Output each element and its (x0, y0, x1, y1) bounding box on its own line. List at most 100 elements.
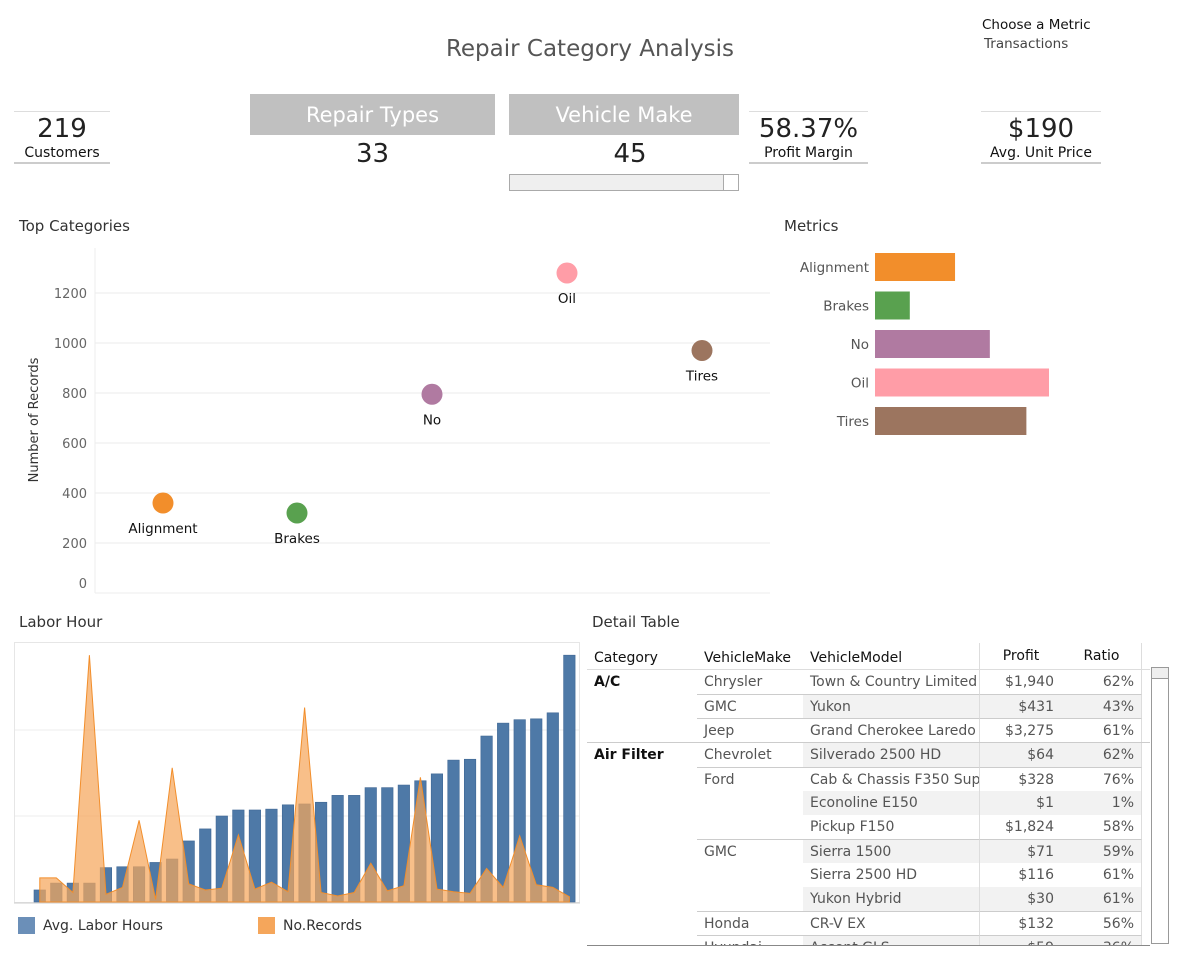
slider-handle[interactable] (723, 175, 738, 190)
table-row[interactable]: Pickup F150 $1,824 58% (587, 815, 1150, 839)
labor-hour-title: Labor Hour (19, 613, 103, 631)
ratio-cell: 62% (1062, 670, 1142, 694)
metric-label: Tires (836, 414, 869, 430)
ratio-cell: 56% (1062, 911, 1142, 935)
vehicle-make-button[interactable]: Vehicle Make (509, 94, 739, 135)
labor-bar (463, 758, 477, 903)
table-row[interactable]: Honda CR-V EX $132 56% (587, 911, 1150, 935)
ratio-cell: 58% (1062, 815, 1142, 839)
vehiclemodel-cell: Silverado 2500 HD (803, 743, 979, 767)
profit-cell: $30 (979, 887, 1062, 911)
metric-label: Brakes (823, 299, 869, 315)
profit-cell: $132 (979, 911, 1062, 935)
profit-cell: $1,940 (979, 670, 1062, 694)
vehiclemake-cell: GMC (697, 839, 803, 863)
vehiclemake-cell (697, 815, 803, 839)
profit-cell: $1,824 (979, 815, 1062, 839)
table-header: Category VehicleMake VehicleModel Profit… (587, 643, 1150, 670)
kpi-customers-caption: Customers (24, 145, 100, 161)
vehiclemodel-cell: Sierra 2500 HD (810, 867, 918, 883)
metrics-chart: Alignment Brakes No Oil Tires (800, 253, 1049, 435)
detail-table-title: Detail Table (592, 613, 680, 631)
metrics-title: Metrics (784, 217, 839, 235)
y-tick-label: 800 (62, 387, 87, 402)
profit-cell: $64 (979, 743, 1062, 767)
table-row[interactable]: Sierra 2500 HD $116 61% (587, 863, 1150, 887)
ratio-cell: 59% (1062, 839, 1142, 863)
ratio-cell: 36% (1062, 935, 1142, 945)
vehiclemake-cell: Ford (697, 767, 803, 791)
labor-bar (447, 759, 460, 903)
vehiclemake-cell: GMC (697, 694, 803, 718)
y-tick-label: 1000 (54, 337, 87, 352)
vehiclemake-cell: Jeep (697, 718, 803, 742)
profit-cell: $1 (979, 791, 1062, 815)
vehiclemodel-cell: Accent GLS (803, 935, 979, 945)
table-row[interactable]: GMC Sierra 1500 $71 59% (587, 839, 1150, 863)
scatter-point-tires (691, 340, 713, 361)
table-row[interactable]: Econoline E150 $1 1% (587, 791, 1150, 815)
metric-label: Alignment (800, 260, 869, 276)
table-row[interactable]: GMC Yukon $431 43% (587, 694, 1150, 718)
vehicle-make-slider[interactable] (509, 174, 739, 191)
profit-cell: $328 (979, 767, 1062, 791)
ratio-cell: 1% (1062, 791, 1142, 815)
col-header-vehiclemake[interactable]: VehicleMake (697, 650, 803, 669)
scrollbar-thumb[interactable] (1152, 668, 1168, 679)
metric-bar-no (875, 330, 990, 358)
profit-cell: $3,275 (979, 718, 1062, 742)
category-cell (587, 718, 697, 742)
kpi-profit-margin: 58.37% Profit Margin (749, 111, 868, 164)
repair-types-count: 33 (355, 139, 390, 169)
table-row[interactable]: Jeep Grand Cherokee Laredo $3,275 61% (587, 718, 1150, 742)
metric-label: No (851, 337, 869, 353)
metric-chooser-label: Choose a Metric (982, 17, 1091, 33)
vehicle-make-count: 45 (613, 139, 647, 169)
scatter-point-alignment (152, 492, 174, 514)
point-label: Alignment (128, 521, 197, 537)
profit-cell: $71 (979, 839, 1062, 863)
legend-no-records[interactable]: No.Records (258, 917, 362, 934)
metric-chooser[interactable]: Choose a Metric Transactions (982, 17, 1091, 52)
col-header-profit[interactable]: Profit (979, 643, 1062, 669)
col-header-vehiclemodel[interactable]: VehicleModel (803, 650, 979, 669)
repair-types-button[interactable]: Repair Types (250, 94, 495, 135)
table-row[interactable]: Ford Cab & Chassis F350 Sup.. $328 76% (587, 767, 1150, 791)
labor-bar (563, 654, 576, 903)
kpi-avg-unit-price: $190 Avg. Unit Price (981, 111, 1101, 164)
labor-bar (331, 795, 344, 903)
category-cell (587, 767, 697, 791)
category-cell (587, 887, 697, 911)
metric-chooser-value[interactable]: Transactions (984, 36, 1091, 52)
scatter-point-no (421, 383, 443, 405)
ratio-cell: 43% (1062, 694, 1142, 718)
category-cell (587, 815, 697, 839)
table-row[interactable]: HyundaiAccent GLS$5936% (587, 935, 1150, 945)
category-cell (587, 839, 697, 863)
legend-avg-labor-hours[interactable]: Avg. Labor Hours (18, 917, 163, 934)
vehiclemodel-cell: Grand Cherokee Laredo (803, 718, 979, 742)
col-header-ratio[interactable]: Ratio (1062, 643, 1142, 669)
table-row[interactable]: Yukon Hybrid $30 61% (587, 887, 1150, 911)
legend-swatch-blue (18, 917, 35, 934)
y-tick-label: 0 (79, 577, 87, 592)
top-categories-title: Top Categories (19, 217, 130, 235)
vehiclemodel-cell: CR-V EX (803, 911, 979, 935)
point-label: Tires (685, 369, 718, 385)
kpi-avg-unit-price-value: $190 (1007, 114, 1075, 144)
y-tick-label: 1200 (54, 287, 87, 302)
kpi-profit-margin-caption: Profit Margin (764, 145, 853, 161)
vehiclemodel-cell: Yukon (803, 694, 979, 718)
col-header-category[interactable]: Category (587, 650, 697, 669)
ratio-cell: 61% (1062, 863, 1142, 887)
labor-bar (546, 712, 559, 903)
point-label: Brakes (274, 531, 320, 547)
point-label: Oil (558, 291, 576, 307)
kpi-customers: 219 Customers (14, 111, 110, 164)
table-row[interactable]: A/C Chrysler Town & Country Limited $1,940 6… (587, 670, 1150, 694)
table-row[interactable]: Air Filter Chevrolet Silverado 2500 HD $64 6… (587, 742, 1150, 767)
vehiclemodel-cell: Town & Country Limited (810, 674, 978, 690)
vehiclemodel-cell: Cab & Chassis F350 Sup.. (803, 767, 979, 791)
table-scrollbar[interactable] (1151, 667, 1169, 944)
vehiclemodel-cell: Sierra 1500 (803, 839, 979, 863)
